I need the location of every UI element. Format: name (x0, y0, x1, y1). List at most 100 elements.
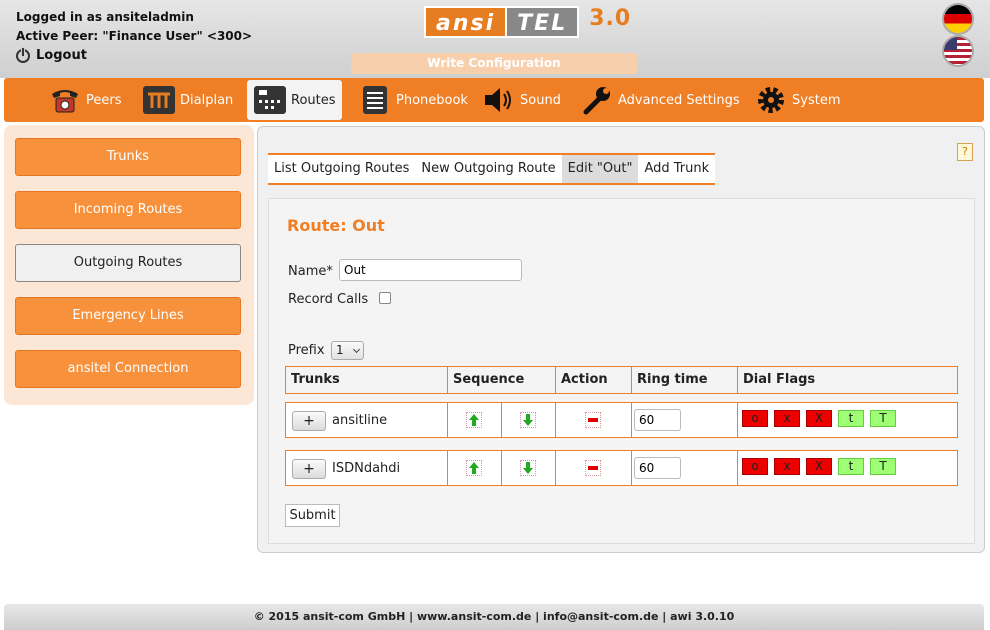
wrench-icon (580, 84, 614, 116)
speaker-icon (482, 84, 516, 116)
power-icon (16, 46, 30, 63)
header-ring-time: Ring time (632, 367, 738, 393)
write-configuration-button[interactable]: Write Configuration (351, 53, 637, 74)
prefix-label: Prefix (288, 343, 325, 358)
trunk-cell: + ansitline (286, 403, 448, 437)
tab-edit-out[interactable]: Edit "Out" (561, 155, 639, 183)
phone-icon (48, 84, 82, 116)
move-down-icon[interactable] (520, 460, 536, 476)
dial-flags-cell: o x X t T (738, 451, 957, 485)
main-nav: Peers Dialplan Routes Phonebook Sound Ad… (4, 78, 984, 122)
table-row: + ansitline o x X (285, 402, 958, 438)
move-up-icon[interactable] (466, 460, 482, 476)
move-down-icon[interactable] (520, 412, 536, 428)
nav-peers[interactable]: Peers (42, 80, 128, 120)
logo-version: 3.0 (589, 5, 632, 31)
nav-dialplan[interactable]: Dialplan (136, 80, 239, 120)
remove-icon[interactable] (585, 460, 601, 476)
flag-t-button[interactable]: t (838, 410, 864, 427)
action-cell (556, 403, 632, 437)
header-sequence: Sequence (448, 367, 556, 393)
nav-advanced-settings-label: Advanced Settings (618, 92, 740, 108)
expand-button[interactable]: + (292, 411, 326, 431)
flag-X-button[interactable]: X (806, 410, 832, 427)
table-header-row: Trunks Sequence Action Ring time Dial Fl… (285, 366, 958, 394)
header-trunks: Trunks (286, 367, 448, 393)
sidebar-item-emergency-lines[interactable]: Emergency Lines (15, 297, 241, 335)
trunk-cell: + ISDNdahdi (286, 451, 448, 485)
header-action: Action (556, 367, 632, 393)
nav-phonebook-label: Phonebook (396, 92, 468, 108)
prefix-select[interactable]: 1 (331, 341, 364, 360)
tab-new-outgoing-route[interactable]: New Outgoing Route (415, 155, 561, 183)
submit-button[interactable]: Submit (285, 504, 340, 527)
nav-system-label: System (792, 92, 841, 108)
flag-T-button[interactable]: T (870, 458, 896, 475)
footer: © 2015 ansit-com GmbH | www.ansit-com.de… (4, 604, 984, 630)
ring-time-input[interactable] (634, 409, 681, 431)
table-row: + ISDNdahdi o x X (285, 450, 958, 486)
active-peer-text: Active Peer: "Finance User" <300> (16, 29, 253, 43)
prefix-value: 1 (336, 343, 344, 357)
move-up-icon[interactable] (466, 412, 482, 428)
ring-time-cell (632, 403, 738, 437)
required-marker: * (326, 264, 333, 279)
remove-icon[interactable] (585, 412, 601, 428)
help-icon[interactable]: ? (957, 143, 973, 161)
trunk-name: ansitline (332, 413, 388, 428)
sidebar: Trunks Incoming Routes Outgoing Routes E… (4, 125, 254, 405)
expand-button[interactable]: + (292, 459, 326, 479)
flag-T-button[interactable]: T (870, 410, 896, 427)
logo-ansi: ansi (424, 6, 508, 38)
trunk-name: ISDNdahdi (332, 461, 401, 476)
flag-x-button[interactable]: x (774, 458, 800, 475)
sidebar-item-outgoing-routes[interactable]: Outgoing Routes (15, 244, 241, 282)
sequence-down-cell (502, 451, 556, 485)
page-title: Route: Out (287, 216, 385, 235)
nav-sound[interactable]: Sound (476, 80, 567, 120)
dial-flags-cell: o x X t T (738, 403, 957, 437)
sidebar-item-trunks[interactable]: Trunks (15, 138, 241, 176)
phonebook-icon (358, 84, 392, 116)
sidebar-item-incoming-routes[interactable]: Incoming Routes (15, 191, 241, 229)
german-flag-icon[interactable] (944, 5, 972, 33)
flag-X-button[interactable]: X (806, 458, 832, 475)
gear-icon (754, 84, 788, 116)
header: Logged in as ansiteladmin Active Peer: "… (0, 0, 990, 78)
name-label: Name* (288, 264, 333, 279)
nav-system[interactable]: System (748, 80, 846, 120)
logged-in-text: Logged in as ansiteladmin (16, 10, 194, 24)
logout-label: Logout (36, 48, 87, 63)
route-edit-panel: Route: Out Name* Record Calls Prefix 1 T… (268, 198, 975, 544)
main-content: ? List Outgoing Routes New Outgoing Rout… (257, 126, 985, 553)
nav-phonebook[interactable]: Phonebook (352, 80, 474, 120)
route-tabs: List Outgoing Routes New Outgoing Route … (268, 153, 716, 185)
us-flag-icon[interactable] (944, 37, 972, 65)
nav-routes[interactable]: Routes (247, 80, 342, 120)
flag-o-button[interactable]: o (742, 410, 768, 427)
routes-icon (253, 84, 287, 116)
name-field[interactable] (339, 259, 522, 281)
record-calls-checkbox[interactable] (379, 292, 391, 304)
sequence-up-cell (448, 451, 502, 485)
logout-link[interactable]: Logout (16, 46, 87, 63)
tab-add-trunk[interactable]: Add Trunk (638, 155, 715, 183)
chevron-down-icon (352, 345, 361, 354)
nav-advanced-settings[interactable]: Advanced Settings (574, 80, 746, 120)
nav-routes-label: Routes (291, 92, 336, 108)
flag-o-button[interactable]: o (742, 458, 768, 475)
tab-list-outgoing-routes[interactable]: List Outgoing Routes (268, 155, 415, 183)
sequence-down-cell (502, 403, 556, 437)
header-dial-flags: Dial Flags (743, 372, 816, 387)
ring-time-cell (632, 451, 738, 485)
action-cell (556, 451, 632, 485)
ansitel-logo: ansi TEL 3.0 (424, 6, 631, 38)
nav-dialplan-label: Dialplan (180, 92, 234, 108)
flag-t-button[interactable]: t (838, 458, 864, 475)
record-calls-label: Record Calls (288, 292, 369, 307)
sidebar-item-ansitel-connection[interactable]: ansitel Connection (15, 350, 241, 388)
name-label-text: Name (288, 264, 327, 279)
ring-time-input[interactable] (634, 457, 681, 479)
nav-peers-label: Peers (86, 92, 122, 108)
flag-x-button[interactable]: x (774, 410, 800, 427)
